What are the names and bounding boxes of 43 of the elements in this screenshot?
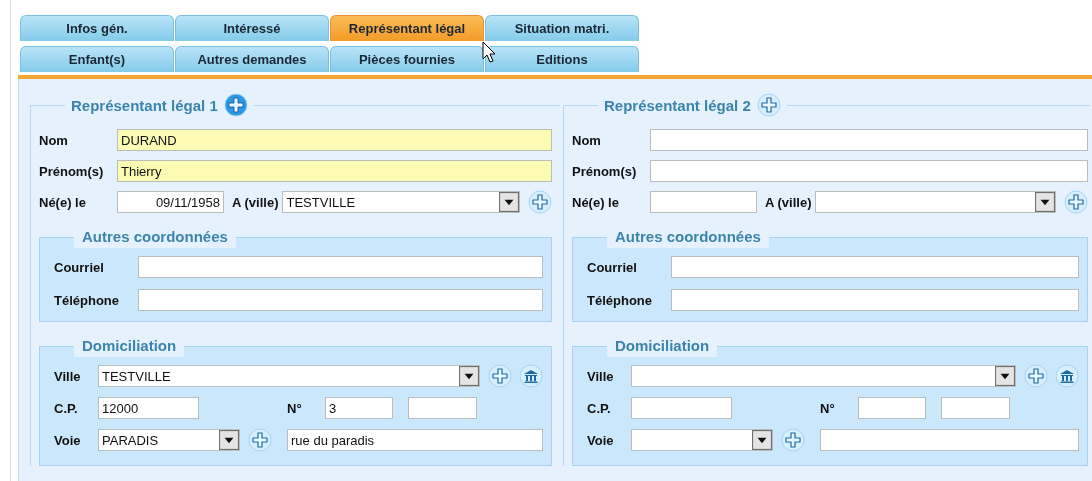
field-label: Prénom(s) (572, 163, 638, 179)
dropdown[interactable]: TESTVILLE (282, 191, 520, 213)
tab[interactable]: Représentant légal (330, 15, 484, 41)
section-title: Autres coordonnées (615, 228, 761, 245)
tab[interactable]: Editions (485, 46, 639, 72)
tab[interactable]: Pièces fournies (330, 46, 484, 72)
field-label: N° (287, 400, 303, 416)
tab[interactable]: Situation matri. (485, 15, 639, 41)
field-label: Nom (39, 132, 69, 148)
section-title: Représentant légal 1 (71, 96, 218, 114)
dropdown[interactable]: PARADIS (98, 429, 240, 451)
field-label: Courriel (54, 259, 105, 275)
field-label: Courriel (587, 259, 638, 275)
input-field[interactable]: rue du paradis (287, 429, 543, 451)
tab[interactable]: Infos gén. (20, 15, 174, 41)
field-label: Téléphone (54, 292, 120, 308)
field-label: Voie (587, 432, 615, 448)
input-field[interactable]: 12000 (98, 397, 199, 419)
input-field[interactable]: 09/11/1958 (117, 191, 224, 213)
input-field[interactable]: 3 (325, 397, 393, 419)
field-label: Né(e) le (39, 194, 87, 210)
input-field[interactable]: Thierry (117, 160, 552, 182)
field-label: Ville (54, 368, 82, 384)
section-title: Domiciliation (615, 337, 710, 354)
field-label: Téléphone (587, 292, 653, 308)
field-label: Né(e) le (572, 194, 620, 210)
field-label: A (ville) (232, 194, 279, 210)
input-field[interactable]: DURAND (117, 129, 552, 151)
tab[interactable]: Enfant(s) (20, 46, 174, 72)
field-label: A (ville) (765, 194, 812, 210)
field-label: C.P. (587, 400, 612, 416)
tab[interactable]: Intéressé (175, 15, 329, 41)
field-label: Voie (54, 432, 82, 448)
field-label: Prénom(s) (39, 163, 105, 179)
tab[interactable]: Autres demandes (175, 46, 329, 72)
field-label: Ville (587, 368, 615, 384)
field-label: Nom (572, 132, 602, 148)
section-title: Représentant légal 2 (604, 96, 751, 114)
section-title: Domiciliation (82, 337, 177, 354)
dropdown[interactable]: TESTVILLE (98, 365, 480, 387)
field-label: N° (820, 400, 836, 416)
field-label: C.P. (54, 400, 79, 416)
section-title: Autres coordonnées (82, 228, 228, 245)
